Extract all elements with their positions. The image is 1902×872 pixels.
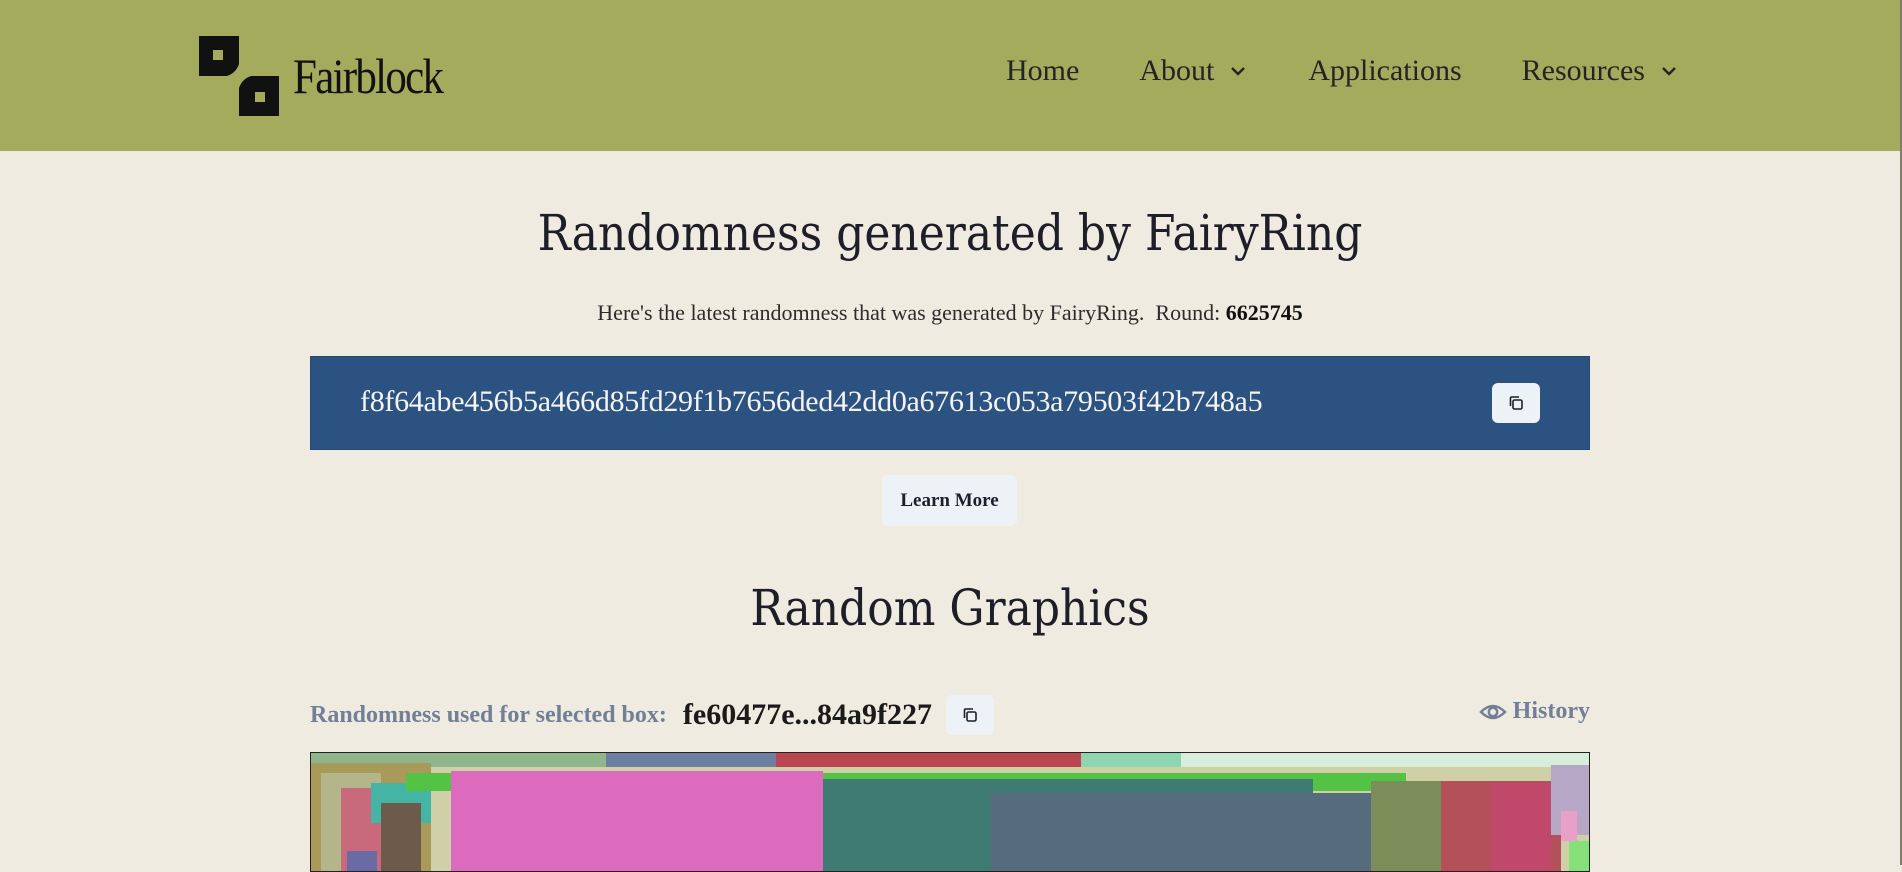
copy-icon (1509, 396, 1523, 410)
graphic-block[interactable] (606, 753, 776, 767)
nav-applications-label: Applications (1308, 54, 1462, 87)
history-button[interactable]: History (1478, 698, 1590, 725)
graphic-block[interactable] (1561, 811, 1577, 841)
section-title: Random Graphics (750, 579, 1150, 637)
brand-name: Fairblock (293, 48, 444, 104)
page-title: Randomness generated by FairyRing (537, 204, 1363, 262)
chevron-down-icon (1231, 67, 1246, 76)
graphic-block[interactable] (1371, 781, 1441, 871)
hero-subtitle: Here's the latest randomness that was ge… (0, 300, 1900, 326)
nav-applications[interactable]: Applications (1308, 54, 1461, 88)
nav-resources[interactable]: Resources (1522, 54, 1677, 88)
graphic-block[interactable] (451, 771, 823, 871)
graphic-block[interactable] (1491, 783, 1551, 871)
nav-about[interactable]: About (1139, 54, 1246, 88)
history-label: History (1512, 698, 1590, 724)
main-nav: Home About Applications Resources (1006, 54, 1677, 88)
nav-about-label: About (1139, 54, 1215, 87)
fairblock-logo-icon (199, 36, 279, 116)
brand-logo[interactable]: Fairblock (199, 36, 467, 116)
graphic-block[interactable] (1181, 753, 1589, 767)
copy-randomness-button[interactable] (1492, 383, 1540, 423)
graphic-block[interactable] (347, 851, 377, 871)
nav-home[interactable]: Home (1006, 54, 1079, 88)
randomness-display: f8f64abe456b5a466d85fd29f1b7656ded42dd0a… (310, 356, 1590, 450)
selected-box-row: Randomness used for selected box: fe6047… (310, 692, 1590, 738)
site-header: Fairblock Home About Applications Resour… (0, 0, 1902, 151)
random-graphic-canvas[interactable] (310, 752, 1590, 872)
copy-icon (963, 708, 977, 722)
selected-randomness-value[interactable]: fe60477e...84a9f227 (683, 698, 932, 732)
graphic-block[interactable] (771, 753, 1081, 767)
nav-resources-label: Resources (1521, 54, 1645, 87)
selected-randomness-label: Randomness used for selected box: (310, 701, 667, 728)
round-label: Round: (1155, 300, 1221, 325)
subtitle-text: Here's the latest randomness that was ge… (597, 300, 1145, 325)
eye-icon (1478, 704, 1507, 719)
graphic-block[interactable] (991, 793, 1371, 871)
copy-selected-button[interactable] (946, 695, 995, 735)
randomness-value[interactable]: f8f64abe456b5a466d85fd29f1b7656ded42dd0a… (360, 385, 1263, 419)
graphic-block[interactable] (1081, 753, 1181, 767)
learn-more-button[interactable]: Learn More (882, 475, 1017, 526)
nav-home-label: Home (1006, 54, 1080, 87)
round-value: 6625745 (1225, 300, 1303, 325)
chevron-down-icon (1662, 67, 1676, 76)
graphic-block[interactable] (381, 803, 421, 871)
graphic-block[interactable] (1569, 841, 1589, 871)
